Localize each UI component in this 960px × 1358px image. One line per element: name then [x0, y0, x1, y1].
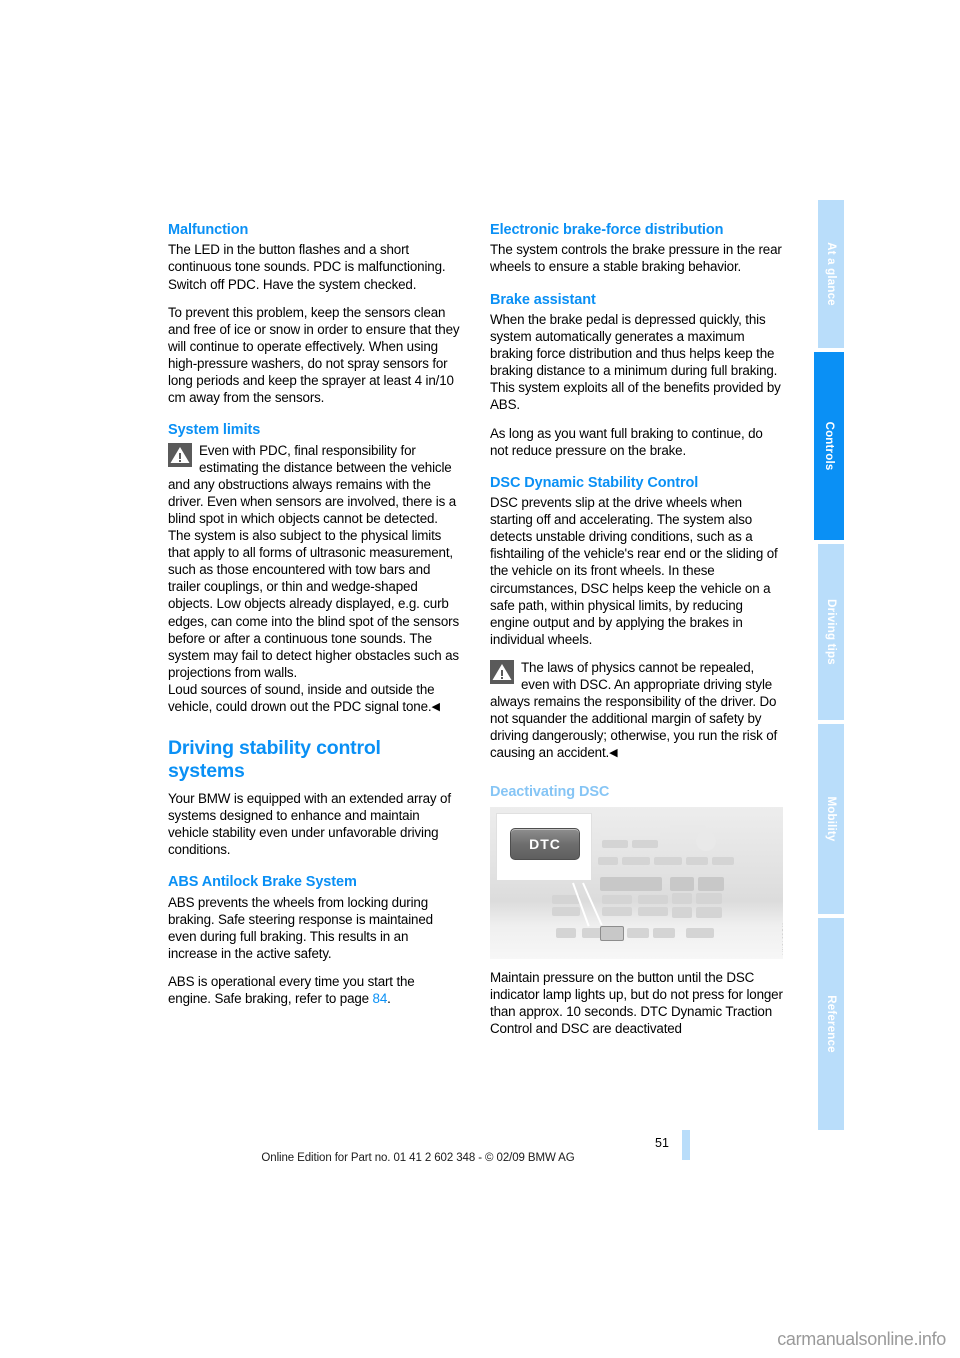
- console-vent: [698, 876, 724, 891]
- console-detail: [654, 856, 682, 865]
- paragraph-malfunction-2: To prevent this problem, keep the sensor…: [168, 304, 460, 406]
- site-watermark: carmanualsonline.info: [777, 1329, 946, 1349]
- sidebar-tab-label: Controls: [823, 421, 835, 471]
- sidebar-tab-label: Mobility: [825, 796, 837, 842]
- heading-driving-stability-control-systems: Driving stability control systems: [168, 737, 381, 782]
- paragraph-driving-stability-1: Your BMW is equipped with an extended ar…: [168, 790, 451, 858]
- paragraph-brake-assistant-1: When the brake pedal is depressed quickl…: [490, 311, 781, 413]
- heading-electronic-brake-force-distribution: Electronic brake-force distribution: [490, 222, 724, 238]
- warning-triangle-icon: [490, 659, 514, 684]
- paragraph-system-limits-warning-2: Loud sources of sound, inside and outsid…: [168, 681, 461, 716]
- dtc-button-callout: DTC: [496, 812, 592, 881]
- heading-abs-antilock-brake-system: ABS Antilock Brake System: [168, 874, 357, 891]
- console-detail: [602, 906, 632, 916]
- paragraph-malfunction-1: The LED in the button flashes and a shor…: [168, 242, 446, 292]
- console-button: [686, 927, 714, 938]
- left-text-column: Malfunction The LED in the button flashe…: [168, 222, 461, 1018]
- console-button: [653, 927, 675, 938]
- figure-dtc-button-location: DTC WO8040NA: [490, 806, 783, 959]
- warning-block-dsc: The laws of physics cannot be repealed, …: [490, 659, 783, 763]
- console-detail: [622, 856, 650, 865]
- abs-p2-text-after: .: [387, 991, 391, 1007]
- right-text-column: Electronic brake-force distribution The …: [490, 222, 783, 1048]
- paragraph-ebd-1: The system controls the brake pressure i…: [490, 242, 782, 275]
- console-detail: [600, 828, 660, 836]
- console-detail: [638, 894, 668, 904]
- console-detail: [672, 892, 692, 904]
- console-button: [627, 927, 649, 938]
- paragraph-brake-assistant-2: As long as you want full braking to cont…: [490, 425, 763, 458]
- paragraph-dsc-warning: The laws of physics cannot be repealed, …: [490, 659, 783, 763]
- paragraph-system-limits-warning: Even with PDC, final responsibility for …: [168, 442, 459, 680]
- console-detail: [638, 906, 668, 916]
- page-number-marker-bar: [682, 1130, 690, 1160]
- heading-dsc-dynamic-stability-control: DSC Dynamic Stability Control: [490, 474, 699, 491]
- section-tab-sidebar: At a glance Controls Driving tips Mobili…: [814, 200, 844, 1130]
- console-detail: [696, 906, 722, 918]
- paragraph-dsc-1: DSC prevents slip at the drive wheels wh…: [490, 495, 778, 647]
- console-detail: [602, 839, 628, 848]
- console-vent: [600, 876, 662, 891]
- console-detail: [552, 906, 580, 916]
- warning-triangle-icon: [168, 442, 192, 467]
- paragraph-deactivating-1: Maintain pressure on the button until th…: [490, 969, 783, 1037]
- sidebar-tab-reference[interactable]: Reference: [818, 918, 844, 1130]
- console-vent: [670, 876, 694, 891]
- console-detail: [696, 892, 722, 904]
- console-detail: [686, 856, 708, 865]
- heading-deactivating-dsc: Deactivating DSC: [490, 783, 610, 800]
- dtc-button[interactable]: DTC: [510, 827, 580, 860]
- console-button: [556, 927, 576, 938]
- sidebar-tab-label: At a glance: [825, 242, 837, 306]
- page-number: 51: [655, 1136, 669, 1150]
- console-detail: [632, 839, 658, 848]
- manual-page: At a glance Controls Driving tips Mobili…: [0, 0, 960, 1358]
- dtc-button-highlight[interactable]: [600, 925, 624, 941]
- sidebar-tab-driving-tips[interactable]: Driving tips: [818, 544, 844, 722]
- heading-brake-assistant: Brake assistant: [490, 291, 596, 308]
- warning-block-system-limits: Even with PDC, final responsibility for …: [168, 442, 461, 717]
- sidebar-tab-label: Driving tips: [825, 599, 837, 665]
- heading-malfunction: Malfunction: [168, 222, 249, 238]
- console-knob: [696, 830, 716, 851]
- sidebar-tab-label: Reference: [825, 995, 837, 1053]
- sidebar-tab-controls[interactable]: Controls: [814, 352, 844, 542]
- console-detail: [598, 856, 618, 865]
- end-of-warning-marker: ◀: [431, 701, 440, 714]
- sidebar-tab-mobility[interactable]: Mobility: [818, 724, 844, 916]
- page-cross-reference-84[interactable]: 84: [373, 991, 388, 1006]
- console-detail: [670, 824, 706, 831]
- console-detail: [712, 856, 734, 865]
- paragraph-abs-2: ABS is operational every time you start …: [168, 973, 461, 1007]
- figure-watermark: WO8040NA: [781, 922, 783, 955]
- warning-text: Loud sources of sound, inside and outsid…: [168, 681, 435, 715]
- footer-imprint: Online Edition for Part no. 01 41 2 602 …: [261, 1152, 575, 1164]
- console-detail: [672, 906, 692, 918]
- heading-system-limits: System limits: [168, 422, 261, 439]
- paragraph-abs-1: ABS prevents the wheels from locking dur…: [168, 894, 433, 962]
- console-detail: [602, 894, 632, 904]
- sidebar-tab-at-a-glance[interactable]: At a glance: [818, 200, 844, 350]
- end-of-warning-marker: ◀: [609, 747, 618, 760]
- warning-text: The laws of physics cannot be repealed, …: [490, 659, 778, 761]
